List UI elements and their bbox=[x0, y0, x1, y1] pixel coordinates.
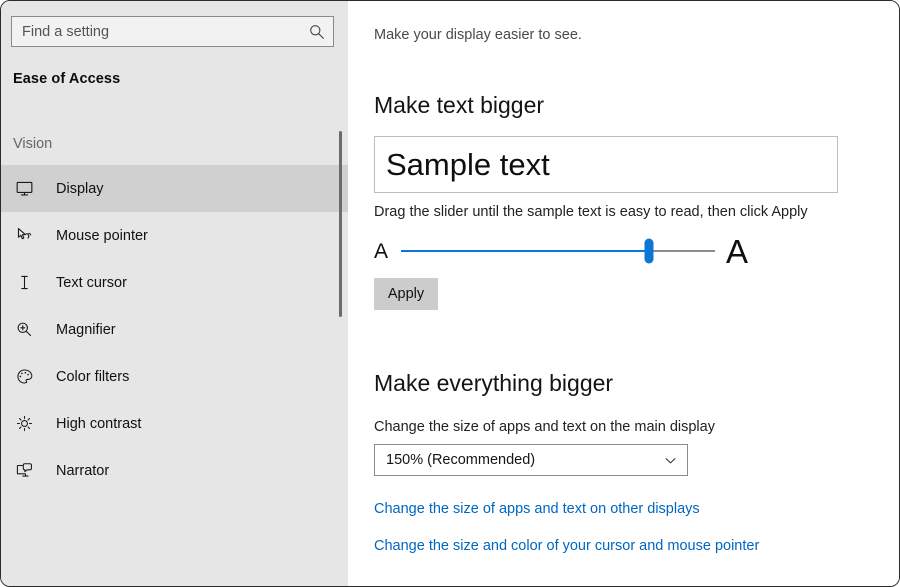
slider-min-label: A bbox=[374, 239, 389, 263]
chevron-down-icon bbox=[664, 454, 677, 467]
search-box[interactable] bbox=[11, 16, 334, 47]
link-cursor-and-pointer[interactable]: Change the size and color of your cursor… bbox=[374, 538, 759, 554]
search-input[interactable] bbox=[12, 17, 333, 46]
sidebar-scrollbar[interactable] bbox=[339, 1, 342, 586]
slider-max-label: A bbox=[725, 232, 748, 270]
sidebar-item-label: Color filters bbox=[56, 368, 130, 385]
sidebar-item-display[interactable]: Display bbox=[1, 165, 348, 212]
display-scale-value: 150% (Recommended) bbox=[386, 452, 536, 468]
sidebar-item-mouse-pointer[interactable]: Mouse pointer bbox=[1, 212, 348, 259]
sample-text-preview: Sample text bbox=[374, 136, 838, 193]
nav-group-header: Vision bbox=[13, 136, 53, 152]
text-size-slider-row: A A bbox=[374, 233, 748, 269]
sidebar-item-text-cursor[interactable]: Text cursor bbox=[1, 259, 348, 306]
brightness-icon bbox=[13, 413, 35, 435]
display-scale-dropdown[interactable]: 150% (Recommended) bbox=[374, 444, 688, 476]
sidebar-scrollbar-thumb[interactable] bbox=[339, 131, 342, 317]
section-title-make-everything-bigger: Make everything bigger bbox=[374, 370, 614, 396]
apply-button[interactable]: Apply bbox=[374, 278, 438, 310]
settings-window: Ease of Access Vision Display bbox=[0, 0, 900, 587]
page-title: Ease of Access bbox=[13, 71, 121, 87]
scale-field-label: Change the size of apps and text on the … bbox=[374, 419, 715, 435]
sidebar-item-narrator[interactable]: Narrator bbox=[1, 447, 348, 494]
monitor-icon bbox=[13, 178, 35, 200]
sidebar-item-label: High contrast bbox=[56, 415, 142, 432]
sidebar-item-label: Mouse pointer bbox=[56, 227, 148, 244]
sample-text: Sample text bbox=[386, 147, 550, 182]
magnifier-icon bbox=[13, 319, 35, 341]
mouse-pointer-icon bbox=[13, 225, 35, 247]
text-size-slider[interactable] bbox=[401, 236, 715, 266]
search-area bbox=[1, 1, 348, 47]
sidebar-nav: Display Mouse pointer Text cursor Magnif… bbox=[1, 165, 348, 494]
sidebar-item-high-contrast[interactable]: High contrast bbox=[1, 400, 348, 447]
sidebar-item-color-filters[interactable]: Color filters bbox=[1, 353, 348, 400]
main-content: Make your display easier to see. Make te… bbox=[348, 1, 899, 586]
slider-thumb[interactable] bbox=[644, 238, 654, 264]
sidebar: Ease of Access Vision Display bbox=[1, 1, 348, 586]
make-everything-bigger-section: Make everything bigger Change the size o… bbox=[374, 370, 899, 554]
sidebar-item-label: Text cursor bbox=[56, 274, 127, 291]
palette-icon bbox=[13, 366, 35, 388]
link-other-displays[interactable]: Change the size of apps and text on othe… bbox=[374, 501, 700, 517]
sidebar-item-magnifier[interactable]: Magnifier bbox=[1, 306, 348, 353]
slider-fill bbox=[401, 250, 650, 252]
sidebar-item-label: Narrator bbox=[56, 462, 110, 479]
text-cursor-icon bbox=[13, 272, 35, 294]
page-subtitle: Make your display easier to see. bbox=[374, 27, 582, 43]
sidebar-item-label: Magnifier bbox=[56, 321, 116, 338]
slider-hint: Drag the slider until the sample text is… bbox=[374, 204, 808, 220]
sidebar-item-label: Display bbox=[56, 180, 104, 197]
narrator-icon bbox=[13, 460, 35, 482]
section-title-make-text-bigger: Make text bigger bbox=[374, 92, 545, 118]
